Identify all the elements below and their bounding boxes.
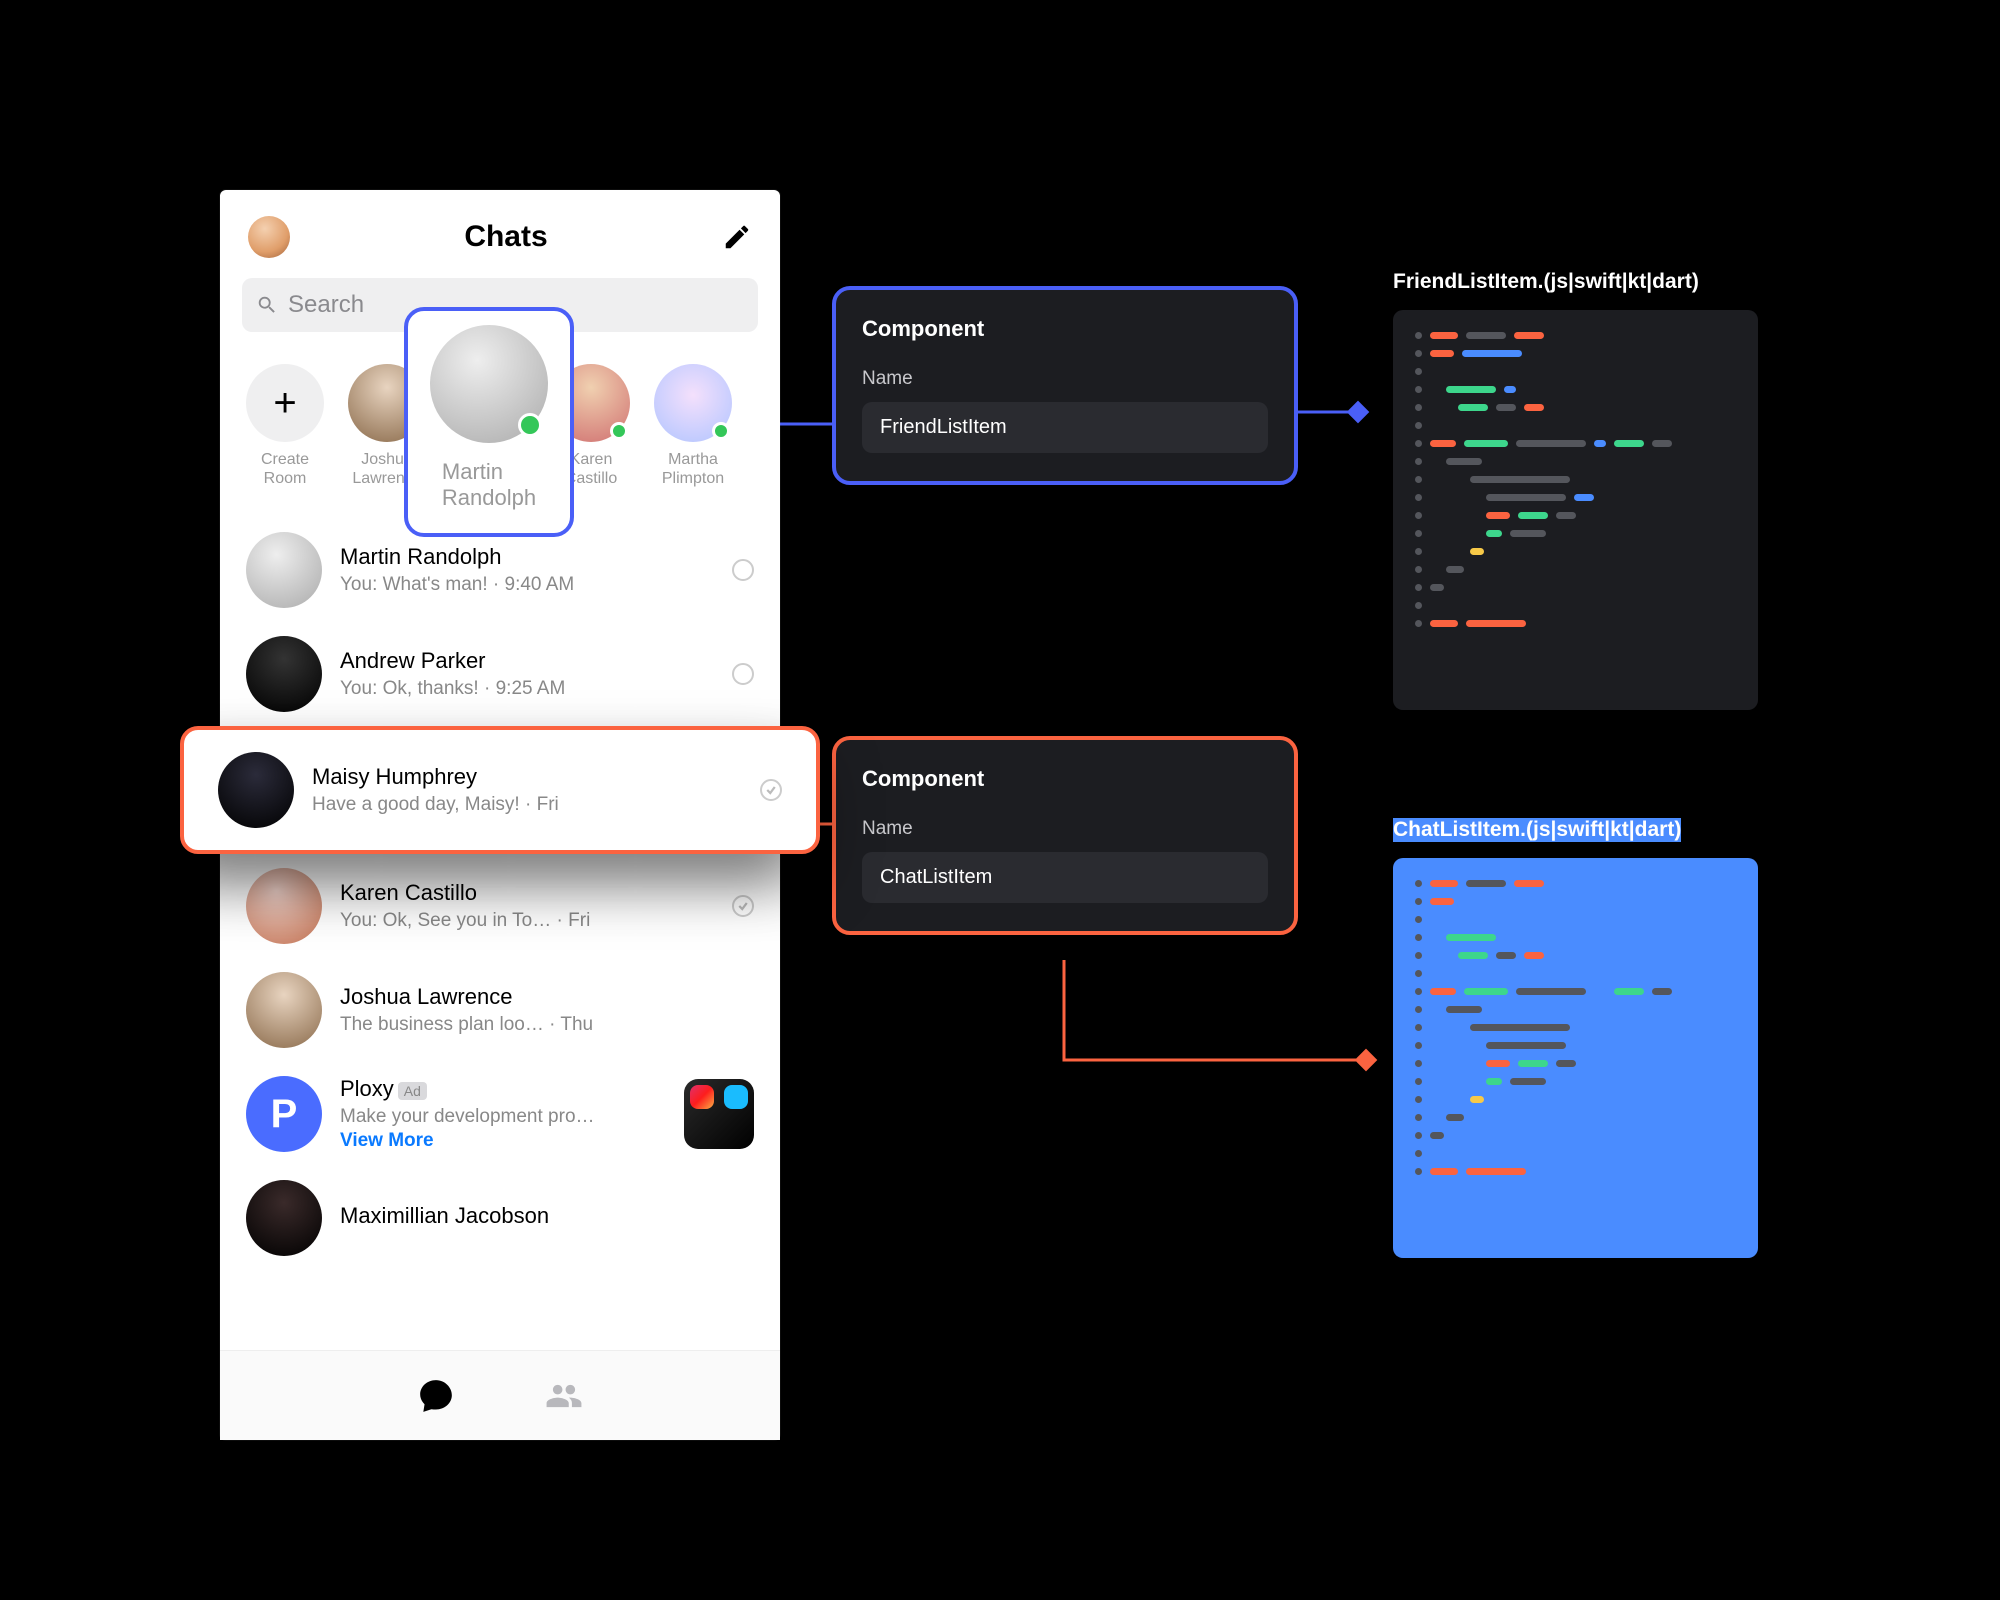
chat-item-ploxy-ad[interactable]: P PloxyAd Make your development pro… Vie… bbox=[230, 1062, 770, 1166]
friend-list-item-highlighted[interactable]: Martin Randolph bbox=[404, 307, 574, 537]
online-indicator bbox=[518, 413, 542, 437]
view-more-link[interactable]: View More bbox=[340, 1130, 666, 1152]
code-preview-friend bbox=[1393, 310, 1758, 710]
ad-badge: Ad bbox=[398, 1082, 427, 1100]
avatar bbox=[218, 752, 294, 828]
avatar bbox=[246, 868, 322, 944]
avatar bbox=[430, 325, 548, 443]
create-room-button[interactable]: + Create Room bbox=[240, 364, 330, 488]
read-status-icon bbox=[732, 559, 754, 581]
people-tab-icon[interactable] bbox=[545, 1377, 583, 1415]
ad-thumbnail bbox=[684, 1079, 754, 1149]
file-label-chat: ChatListItem.(js|swift|kt|dart) bbox=[1393, 818, 1681, 842]
delivered-icon bbox=[732, 895, 754, 917]
avatar bbox=[246, 532, 322, 608]
avatar bbox=[246, 1180, 322, 1256]
search-placeholder: Search bbox=[288, 291, 364, 319]
chat-item-maximillian[interactable]: Maximillian Jacobson bbox=[230, 1166, 770, 1270]
file-label-friend: FriendListItem.(js|swift|kt|dart) bbox=[1393, 270, 1699, 294]
connector-diamond-blue bbox=[1347, 401, 1370, 424]
panel-field-label: Name bbox=[862, 818, 1268, 840]
code-preview-chat bbox=[1393, 858, 1758, 1258]
chat-item-joshua[interactable]: Joshua Lawrence The business plan loo… ·… bbox=[230, 958, 770, 1062]
profile-avatar[interactable] bbox=[248, 216, 290, 258]
page-title: Chats bbox=[464, 220, 547, 254]
story-martha[interactable]: Martha Plimpton bbox=[648, 364, 738, 488]
read-status-icon bbox=[732, 663, 754, 685]
panel-field-label: Name bbox=[862, 368, 1268, 390]
avatar bbox=[246, 636, 322, 712]
avatar bbox=[246, 972, 322, 1048]
chat-item-maisy-highlighted[interactable]: Maisy Humphrey Have a good day, Maisy! ·… bbox=[180, 726, 820, 854]
panel-title: Component bbox=[862, 316, 1268, 342]
component-name-input[interactable]: ChatListItem bbox=[862, 852, 1268, 903]
bottom-nav bbox=[220, 1350, 780, 1440]
plus-icon: + bbox=[246, 364, 324, 442]
component-panel-chat: Component Name ChatListItem bbox=[832, 736, 1298, 935]
online-indicator bbox=[610, 422, 628, 440]
chat-list: Martin Randolph You: What's man! · 9:40 … bbox=[220, 518, 780, 1270]
delivered-icon bbox=[760, 779, 782, 801]
compose-icon bbox=[722, 222, 752, 252]
panel-title: Component bbox=[862, 766, 1268, 792]
component-panel-friend: Component Name FriendListItem bbox=[832, 286, 1298, 485]
chats-tab-icon[interactable] bbox=[417, 1377, 455, 1415]
chat-item-andrew[interactable]: Andrew Parker You: Ok, thanks! · 9:25 AM bbox=[230, 622, 770, 726]
connector-diamond-orange bbox=[1355, 1049, 1378, 1072]
search-icon bbox=[256, 294, 278, 316]
avatar: P bbox=[246, 1076, 322, 1152]
online-indicator bbox=[712, 422, 730, 440]
chat-item-karen[interactable]: Karen Castillo You: Ok, See you in To… ·… bbox=[230, 854, 770, 958]
compose-button[interactable] bbox=[722, 222, 752, 252]
component-name-input[interactable]: FriendListItem bbox=[862, 402, 1268, 453]
